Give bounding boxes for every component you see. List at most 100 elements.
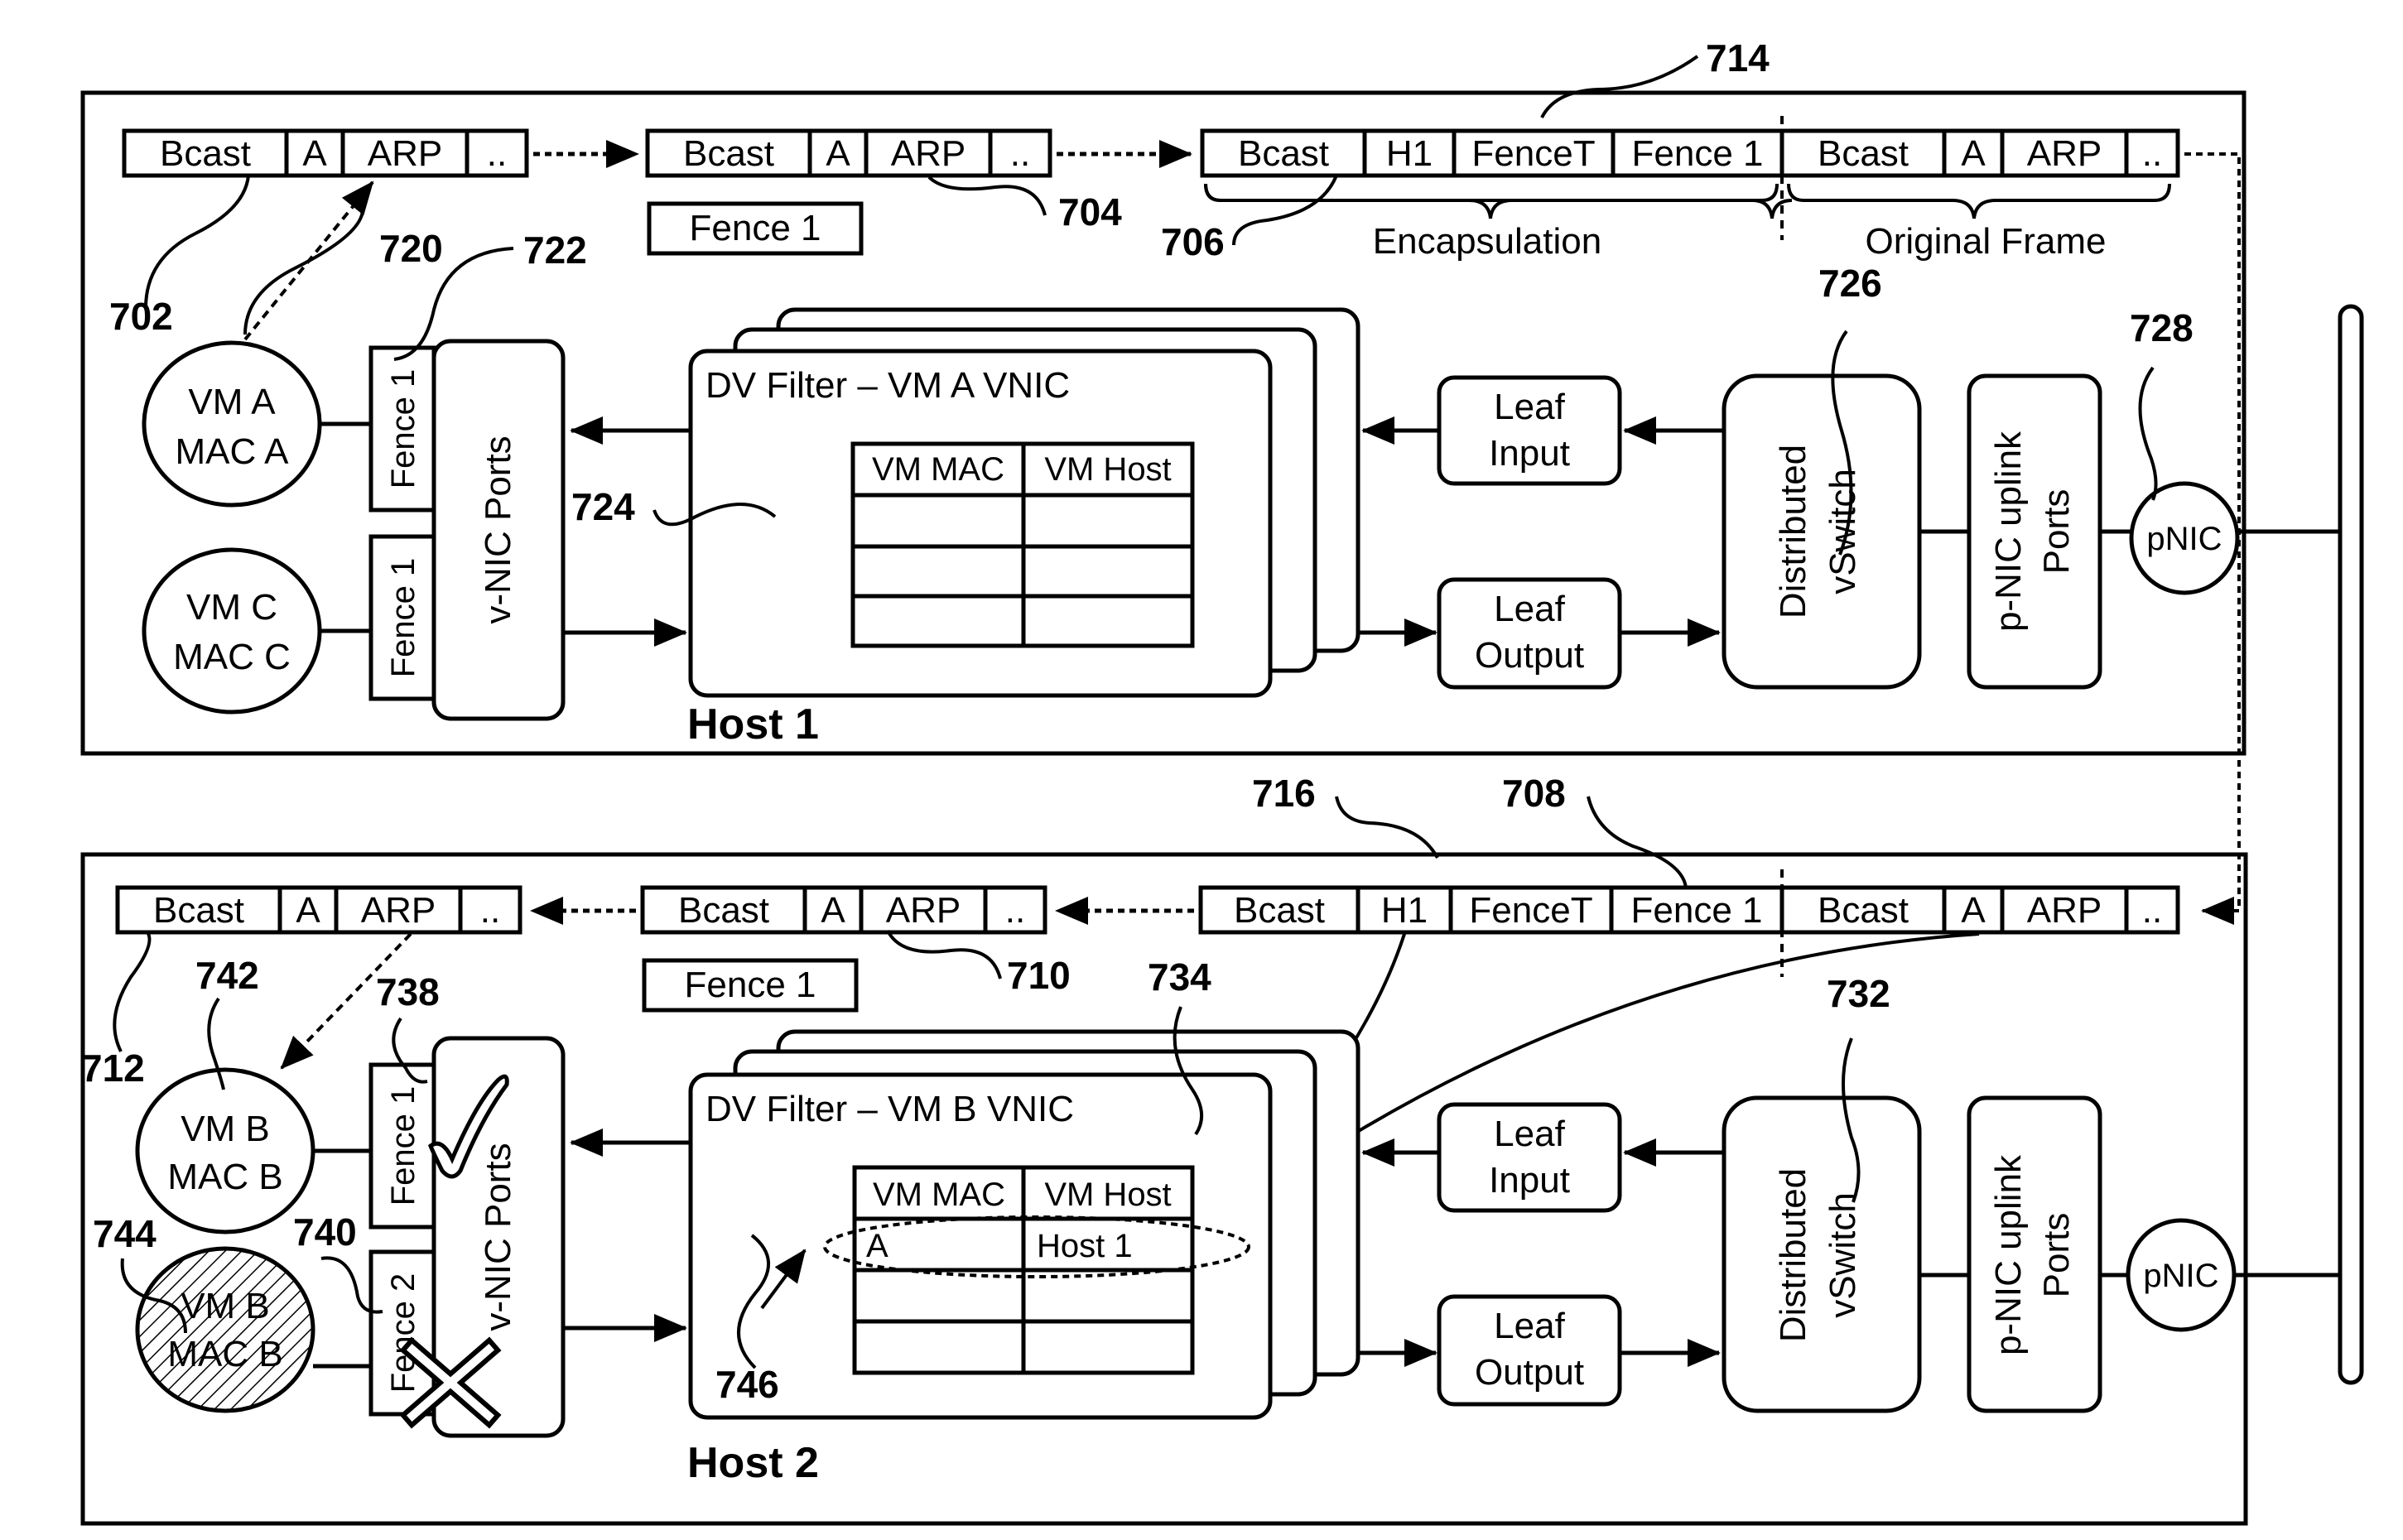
vswitch-label: Distributed — [1773, 1168, 1813, 1342]
frame-field: ARP — [368, 133, 442, 174]
host1-title: Host 1 — [687, 700, 819, 748]
frame-field: A — [296, 890, 320, 931]
diagram-canvas: Bcast A ARP .. Bcast A ARP .. Fence 1 Bc… — [80, 36, 2364, 1526]
ref-704: 704 — [1058, 190, 1122, 233]
host2-title: Host 2 — [687, 1439, 819, 1487]
ref-734: 734 — [1148, 955, 1211, 999]
uplink-label: p-NIC uplink — [1988, 1154, 2029, 1355]
leaf-output-label: Output — [1475, 1352, 1584, 1393]
vm-a-name: VM A — [188, 382, 276, 422]
vm-a-mac: MAC A — [176, 431, 290, 472]
vswitch-label: vSwitch — [1823, 1192, 1863, 1318]
table-header: VM MAC — [872, 451, 1004, 488]
frame-field: Fence 1 — [1632, 133, 1764, 174]
leaf-input-label: Input — [1489, 1160, 1570, 1201]
ref-716: 716 — [1252, 772, 1316, 815]
vm-b-name: VM B — [181, 1109, 270, 1149]
frame-field: Bcast — [1234, 890, 1325, 931]
original-frame-label: Original Frame — [1866, 221, 2107, 262]
leaf-input-label: Leaf — [1494, 387, 1565, 427]
distributed-vswitch-2 — [1722, 1095, 1922, 1413]
dv-filter-b-label: DV Filter – VM B VNIC — [705, 1089, 1074, 1129]
frame-field: A — [302, 133, 327, 174]
vm-c-mac: MAC C — [173, 637, 291, 677]
frame-field: Bcast — [683, 133, 774, 174]
ref-702: 702 — [109, 295, 173, 338]
frame-field: FenceT — [1471, 133, 1595, 174]
frame-field: Bcast — [153, 890, 244, 931]
ref-714: 714 — [1706, 36, 1770, 79]
frame-field: .. — [2142, 890, 2162, 931]
frame-706: Bcast H1 FenceT Fence 1 Bcast A ARP .. — [1200, 128, 2180, 178]
network-bus — [2338, 304, 2364, 1385]
vm-c — [142, 547, 322, 715]
table-header: VM Host — [1044, 451, 1171, 488]
frame-704: Bcast A ARP .. — [645, 128, 1052, 178]
table-header: VM MAC — [873, 1177, 1005, 1213]
frame-field: .. — [2142, 133, 2162, 174]
ref-726: 726 — [1818, 262, 1882, 305]
vm-b-mac: MAC B — [167, 1157, 282, 1197]
host2-group: Bcast A ARP .. Bcast A ARP .. Fence 1 Bc… — [80, 772, 2340, 1526]
fence-port-b1-label: Fence 1 — [385, 1086, 421, 1206]
frame-field: Bcast — [1238, 133, 1329, 174]
ref-738: 738 — [376, 970, 440, 1013]
uplink-label: Ports — [2036, 489, 2077, 575]
frame-field: Fence 1 — [1631, 890, 1763, 931]
original-frame-brace — [1787, 183, 2171, 219]
frame-field: ARP — [886, 890, 961, 931]
ref-732: 732 — [1827, 972, 1890, 1015]
vm-b-blocked-mac: MAC B — [167, 1334, 282, 1374]
frame-702: Bcast A ARP .. — [122, 128, 529, 178]
frame-708: Bcast H1 FenceT Fence 1 Bcast A ARP .. — [1198, 885, 2180, 935]
frame-field: A — [826, 133, 850, 174]
ref-710: 710 — [1007, 954, 1071, 997]
vnic-ports-label: v-NIC Ports — [478, 436, 518, 623]
frame-field: ARP — [361, 890, 436, 931]
pnic-label: pNIC — [2143, 1258, 2218, 1294]
leaf-input-label: Leaf — [1494, 1114, 1565, 1154]
table-cell: A — [866, 1228, 888, 1264]
ref-722: 722 — [523, 229, 587, 272]
host1-group: Bcast A ARP .. Bcast A ARP .. Fence 1 Bc… — [80, 36, 2340, 925]
vswitch-label: Distributed — [1773, 445, 1813, 618]
frame-field: FenceT — [1469, 890, 1592, 931]
frame-710: Bcast A ARP .. — [640, 885, 1047, 935]
frame-field: Bcast — [1818, 133, 1909, 174]
frame-field: A — [1961, 133, 1986, 174]
vm-c-name: VM C — [186, 587, 277, 628]
frame-field: A — [821, 890, 845, 931]
ref-708: 708 — [1502, 772, 1566, 815]
frame-field: ARP — [891, 133, 966, 174]
ref-728: 728 — [2130, 306, 2194, 349]
encapsulation-label: Encapsulation — [1373, 221, 1601, 262]
leaf-output-label: Output — [1475, 635, 1584, 676]
frame-field: .. — [1005, 890, 1025, 931]
vm-a — [142, 340, 322, 508]
leaf-output-label: Leaf — [1494, 589, 1565, 629]
vm-b-blocked — [135, 1246, 315, 1413]
frame-field: .. — [480, 890, 500, 931]
frame-field: .. — [487, 133, 507, 174]
frame-field: ARP — [2027, 890, 2102, 931]
table-cell: Host 1 — [1037, 1228, 1133, 1264]
dv-filter-a-label: DV Filter – VM A VNIC — [705, 365, 1070, 406]
fence-port-a-label: Fence 1 — [385, 369, 421, 489]
frame-712: Bcast A ARP .. — [115, 885, 522, 935]
fence-port-b2-label: Fence 2 — [385, 1273, 421, 1393]
vm-b — [135, 1067, 315, 1234]
frame-field: .. — [1010, 133, 1030, 174]
vswitch-label: vSwitch — [1823, 469, 1863, 594]
table-header: VM Host — [1044, 1177, 1171, 1213]
vnic-ports-label: v-NIC Ports — [478, 1143, 518, 1331]
ref-744: 744 — [93, 1212, 157, 1255]
ref-706: 706 — [1161, 220, 1225, 263]
mac-table-host1: VM MAC VM Host — [850, 441, 1195, 648]
uplink-label: p-NIC uplink — [1988, 431, 2029, 632]
vm-b-blocked-name: VM B — [181, 1286, 270, 1326]
frame-field: Bcast — [678, 890, 769, 931]
ref-724: 724 — [571, 485, 635, 528]
ref-712: 712 — [81, 1047, 145, 1090]
frame-field: Bcast — [1818, 890, 1909, 931]
leaf-input-label: Input — [1489, 433, 1570, 474]
